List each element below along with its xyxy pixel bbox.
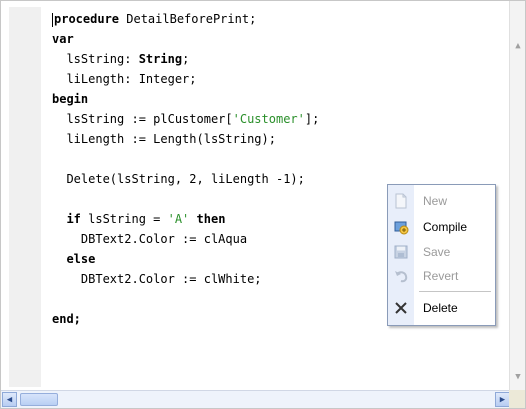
- keyword-token: if: [66, 212, 81, 226]
- menu-item-label: Delete: [423, 301, 458, 315]
- string-token: 'Customer': [232, 112, 305, 126]
- keyword-token: end;: [52, 312, 81, 326]
- compile-icon: [388, 215, 414, 239]
- code-line: lsString: String;: [52, 49, 512, 69]
- delete-icon: [388, 296, 414, 320]
- scrollbar-corner: [509, 390, 525, 408]
- horizontal-scrollbar[interactable]: ◀ ▶: [1, 390, 511, 408]
- menu-item-label: Revert: [423, 269, 459, 283]
- context-menu: New Compile Save Revert Delete: [387, 184, 496, 326]
- editor-gutter: [9, 7, 41, 387]
- keyword-token: else: [66, 252, 96, 266]
- code-token: DBText2.Color := clWhite;: [52, 272, 262, 286]
- scroll-down-arrow-icon[interactable]: ▼: [511, 370, 525, 384]
- menu-item-label: New: [423, 194, 448, 208]
- menu-item-label: Compile: [423, 220, 468, 234]
- code-token: DetailBeforePrint;: [119, 12, 257, 26]
- menu-item-revert[interactable]: Revert: [388, 264, 495, 288]
- code-token: liLength := Length(lsString);: [52, 132, 276, 146]
- menu-separator: [419, 291, 491, 292]
- horizontal-scroll-thumb[interactable]: [20, 393, 58, 406]
- code-token: lsString =: [80, 212, 168, 226]
- code-token: lsString:: [52, 52, 139, 66]
- menu-item-delete[interactable]: Delete: [388, 296, 495, 320]
- code-line: begin: [52, 89, 512, 109]
- string-token: 'A': [167, 212, 190, 226]
- menu-item-label: Save: [423, 245, 451, 259]
- keyword-token: begin: [52, 92, 89, 106]
- menu-item-save[interactable]: Save: [388, 240, 495, 264]
- code-line: lsString := plCustomer['Customer'];: [52, 109, 512, 129]
- keyword-token: then: [196, 212, 226, 226]
- code-token: liLength: Integer;: [52, 72, 197, 86]
- code-token: lsString := plCustomer[: [52, 112, 233, 126]
- code-token: ;: [182, 52, 190, 66]
- scroll-right-arrow-icon[interactable]: ▶: [495, 392, 510, 407]
- keyword-token: String: [138, 52, 183, 66]
- new-document-icon: [388, 189, 414, 213]
- text-caret: [52, 12, 53, 27]
- scroll-left-arrow-icon[interactable]: ◀: [2, 392, 17, 407]
- code-line: procedure DetailBeforePrint;: [52, 9, 512, 29]
- menu-item-compile[interactable]: Compile: [388, 215, 495, 239]
- vertical-scrollbar[interactable]: ▲ ▼: [509, 1, 525, 390]
- scroll-up-arrow-icon[interactable]: ▲: [511, 39, 525, 53]
- keyword-token: procedure: [54, 12, 120, 26]
- save-icon: [388, 240, 414, 264]
- code-token: Delete(lsString, 2, liLength -1);: [52, 172, 305, 186]
- menu-item-new[interactable]: New: [388, 189, 495, 213]
- keyword-token: var: [52, 32, 74, 46]
- code-token: DBText2.Color := clAqua: [52, 232, 248, 246]
- code-line: liLength := Length(lsString);: [52, 129, 512, 149]
- code-token: ];: [304, 112, 320, 126]
- code-line: liLength: Integer;: [52, 69, 512, 89]
- revert-icon: [388, 264, 414, 288]
- code-line: var: [52, 29, 512, 49]
